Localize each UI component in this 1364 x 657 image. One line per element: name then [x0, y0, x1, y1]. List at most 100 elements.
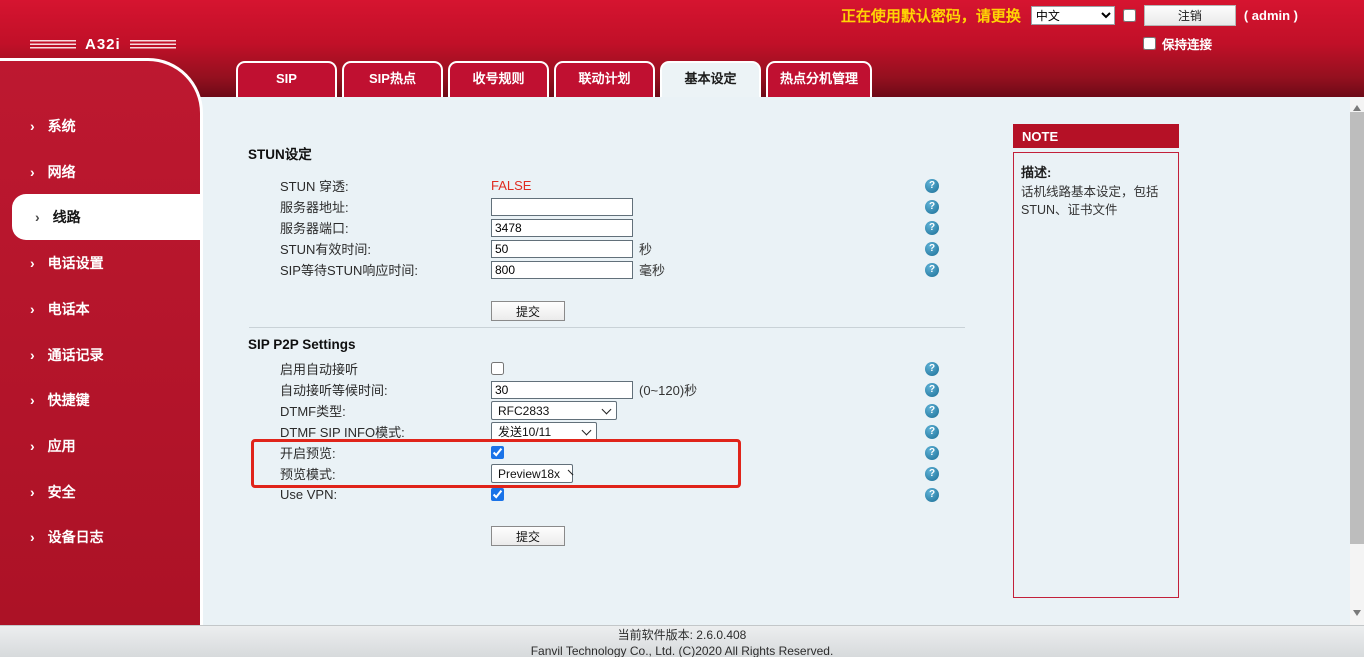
- auto-answer-checkbox[interactable]: [491, 362, 504, 375]
- enable-preview-checkbox[interactable]: [491, 446, 504, 459]
- sidebar-item-device-log[interactable]: ›设备日志: [0, 515, 200, 561]
- tab-dial-plan[interactable]: 收号规则: [448, 61, 549, 97]
- header-checkbox[interactable]: [1123, 9, 1136, 22]
- sidebar-item-phonebook[interactable]: › 电话本: [0, 286, 200, 332]
- page: A32i 正在使用默认密码，请更换 中文 注销 ( admin ) 保持连接 S…: [0, 0, 1364, 657]
- field-label: 服务器端口:: [280, 218, 491, 237]
- server-port-input[interactable]: [491, 219, 633, 237]
- form-row-dtmf-sip-info-mode: DTMF SIP INFO模式: 发送10/11: [280, 421, 939, 442]
- stun-submit-button[interactable]: 提交: [491, 301, 565, 321]
- tab-basic-settings[interactable]: 基本设定: [660, 61, 761, 97]
- stun-section-title: STUN设定: [248, 143, 312, 163]
- header-controls: 正在使用默认密码，请更换 中文 注销 ( admin ): [841, 5, 1298, 26]
- keep-connected-checkbox[interactable]: [1143, 37, 1156, 50]
- field-suffix: (0~120)秒: [639, 380, 697, 399]
- field-label: 服务器地址:: [280, 197, 491, 216]
- chevron-right-icon: ›: [30, 484, 35, 500]
- selected-option-label: Preview18x: [498, 467, 560, 481]
- logout-button[interactable]: 注销: [1144, 5, 1236, 26]
- form-row-server-address: 服务器地址:: [280, 196, 939, 217]
- scrollbar[interactable]: [1350, 97, 1364, 625]
- help-icon[interactable]: [925, 362, 939, 376]
- field-label: DTMF类型:: [280, 401, 491, 420]
- server-address-input[interactable]: [491, 198, 633, 216]
- chevron-right-icon: ›: [30, 255, 35, 271]
- help-icon[interactable]: [925, 383, 939, 397]
- scrollbar-thumb[interactable]: [1350, 112, 1364, 544]
- dtmf-type-select[interactable]: RFC2833: [491, 401, 617, 420]
- sidebar-item-security[interactable]: › 安全: [0, 469, 200, 515]
- tab-sip[interactable]: SIP: [236, 61, 337, 97]
- sidebar-item-label: 应用: [48, 436, 76, 456]
- field-label: 预览模式:: [280, 464, 491, 483]
- tab-action-plan[interactable]: 联动计划: [554, 61, 655, 97]
- sidebar-item-application[interactable]: › 应用: [0, 423, 200, 469]
- help-icon[interactable]: [925, 446, 939, 460]
- sip-stun-wait-input[interactable]: [491, 261, 633, 279]
- tab-hotspot-ext-manage[interactable]: 热点分机管理: [766, 61, 872, 97]
- language-select[interactable]: 中文: [1031, 6, 1115, 25]
- help-icon[interactable]: [925, 467, 939, 481]
- sidebar-item-call-logs[interactable]: › 通话记录: [0, 332, 200, 378]
- field-label: 开启预览:: [280, 443, 491, 462]
- note-desc-label: 描述:: [1021, 162, 1171, 181]
- use-vpn-checkbox[interactable]: [491, 488, 504, 501]
- p2p-section-title: SIP P2P Settings: [248, 337, 356, 352]
- auto-answer-wait-input[interactable]: [491, 381, 633, 399]
- help-icon[interactable]: [925, 488, 939, 502]
- sidebar-item-network[interactable]: ›网络: [0, 149, 200, 195]
- sidebar-item-phone-settings[interactable]: › 电话设置: [0, 240, 200, 286]
- help-icon[interactable]: [925, 242, 939, 256]
- chevron-right-icon: ›: [30, 347, 35, 363]
- tab-sip-hotspot[interactable]: SIP热点: [342, 61, 443, 97]
- stun-rows: STUN 穿透: FALSE 服务器地址: 服务器端口: STUN有效时间: 秒…: [280, 175, 939, 280]
- help-icon[interactable]: [925, 263, 939, 277]
- tab-bar: SIP SIP热点 收号规则 联动计划 基本设定 热点分机管理: [236, 61, 872, 97]
- help-icon[interactable]: [925, 200, 939, 214]
- selected-option-label: 发送10/11: [498, 423, 551, 440]
- form-row-stun-effective-time: STUN有效时间: 秒: [280, 238, 939, 259]
- help-icon[interactable]: [925, 404, 939, 418]
- chevron-right-icon: ›: [30, 301, 35, 317]
- chevron-right-icon: ›: [30, 529, 35, 545]
- help-icon[interactable]: [925, 425, 939, 439]
- form-row-dtmf-type: DTMF类型: RFC2833: [280, 400, 939, 421]
- scrollbar-down-arrow-icon[interactable]: [1353, 610, 1361, 620]
- field-label: STUN 穿透:: [280, 176, 491, 195]
- sidebar-item-line[interactable]: ›线路: [12, 194, 203, 240]
- sidebar-item-function-key[interactable]: ›快捷键: [0, 377, 200, 423]
- sidebar-item-system[interactable]: ›系统: [0, 103, 200, 149]
- field-label: 自动接听等候时间:: [280, 380, 491, 399]
- help-icon[interactable]: [925, 221, 939, 235]
- sidebar-item-label: 通话记录: [48, 345, 104, 365]
- dtmf-sip-info-mode-select[interactable]: 发送10/11: [491, 422, 597, 441]
- chevron-right-icon: ›: [35, 209, 40, 225]
- sidebar-item-label: 安全: [48, 482, 76, 502]
- form-row-auto-answer-wait: 自动接听等候时间: (0~120)秒: [280, 379, 939, 400]
- scrollbar-up-arrow-icon[interactable]: [1353, 101, 1361, 111]
- logo-speedlines-icon: [30, 40, 76, 49]
- sidebar-item-label: 电话设置: [48, 253, 104, 273]
- preview-mode-select[interactable]: Preview18x: [491, 464, 573, 483]
- p2p-rows: 启用自动接听 自动接听等候时间: (0~120)秒 DTMF类型: RFC283…: [280, 358, 939, 505]
- software-version: 当前软件版本: 2.6.0.408: [618, 626, 747, 643]
- help-icon[interactable]: [925, 179, 939, 193]
- sidebar: ›系统 ›网络 ›线路 ›电话设置 ›电话本 ›通话记录 ›快捷键 ›应用 ›安…: [0, 58, 203, 625]
- field-label: STUN有效时间:: [280, 239, 491, 258]
- stun-effective-time-input[interactable]: [491, 240, 633, 258]
- selected-option-label: RFC2833: [498, 404, 549, 418]
- p2p-submit-button[interactable]: 提交: [491, 526, 565, 546]
- chevron-down-icon: [568, 469, 574, 475]
- sidebar-item-label: 电话本: [48, 299, 90, 319]
- admin-user-label: ( admin ): [1244, 8, 1298, 23]
- sidebar-nav: ›系统 ›网络 ›线路 ›电话设置 ›电话本 ›通话记录 ›快捷键 ›应用 ›安…: [0, 103, 200, 560]
- form-row-server-port: 服务器端口:: [280, 217, 939, 238]
- note-desc-text: 话机线路基本设定，包括 STUN、证书文件: [1021, 183, 1171, 219]
- form-row-enable-preview: 开启预览:: [280, 442, 939, 463]
- section-divider: [249, 327, 965, 328]
- form-row-stun-penetrate: STUN 穿透: FALSE: [280, 175, 939, 196]
- field-label: Use VPN:: [280, 487, 491, 502]
- chevron-right-icon: ›: [30, 438, 35, 454]
- sidebar-item-label: 快捷键: [48, 390, 90, 410]
- logo: A32i: [30, 36, 176, 53]
